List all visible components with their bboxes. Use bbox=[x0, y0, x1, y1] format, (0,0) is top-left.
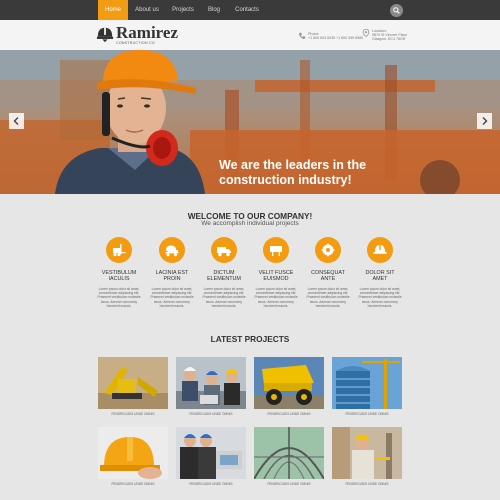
project-caption: FENDRICUDIS UNDE OMNIS bbox=[345, 412, 389, 416]
project-thumb-team[interactable] bbox=[176, 357, 246, 409]
project-thumb-excavator[interactable] bbox=[98, 357, 168, 409]
truck-icon bbox=[217, 247, 231, 257]
project-caption: FENDRICUDIS UNDE OMNIS bbox=[267, 412, 311, 416]
hero-headline: We are the leaders in the construction i… bbox=[219, 158, 419, 188]
location-address-line2: Glasgow, DC4 78GR bbox=[372, 37, 406, 41]
feature-title-line2: AMET bbox=[372, 276, 388, 283]
project-thumb-engineers[interactable] bbox=[176, 427, 246, 479]
hero-headline-line2: construction industry! bbox=[219, 173, 352, 187]
feature-icon-circle[interactable] bbox=[367, 237, 393, 263]
tower-crane-image bbox=[332, 357, 402, 409]
nav-about-us[interactable]: About us bbox=[130, 0, 164, 20]
excavator-image bbox=[98, 357, 168, 409]
project-thumb-helmet[interactable] bbox=[98, 427, 168, 479]
slider-prev-button[interactable] bbox=[9, 113, 24, 129]
project-caption: FENDRICUDIS UNDE OMNIS bbox=[189, 412, 233, 416]
project-thumb-dump-truck[interactable] bbox=[254, 357, 324, 409]
feature-icon-circle[interactable] bbox=[263, 237, 289, 263]
feature-icon-circle[interactable] bbox=[211, 237, 237, 263]
project-caption: FENDRICUDIS UNDE OMNIS bbox=[111, 412, 155, 416]
project-caption: FENDRICUDIS UNDE OMNIS bbox=[111, 482, 155, 486]
worker-measuring-image bbox=[332, 427, 402, 479]
projects-title: LATEST PROJECTS bbox=[210, 334, 290, 344]
nav-projects[interactable]: Projects bbox=[166, 0, 200, 20]
slider-next-button[interactable] bbox=[477, 113, 492, 129]
sign-icon bbox=[270, 246, 282, 256]
feature-item: DOLOR SIT AMET Lorem ipsum dolor sit ame… bbox=[348, 237, 412, 308]
top-navbar: Home About us Projects Blog Contacts bbox=[0, 0, 500, 20]
dump-truck-image bbox=[254, 357, 324, 409]
logo-subtitle: CONSTRUCTION CO bbox=[116, 41, 155, 45]
nav-contacts[interactable]: Contacts bbox=[230, 0, 264, 20]
project-caption: FENDRICUDIS UNDE OMNIS bbox=[189, 482, 233, 486]
chevron-left-icon bbox=[13, 117, 19, 125]
search-icon bbox=[393, 7, 400, 14]
hero-slider: We are the leaders in the construction i… bbox=[0, 50, 500, 194]
glass-roof-image bbox=[254, 427, 324, 479]
hero-headline-line1: We are the leaders in the bbox=[219, 158, 367, 172]
engineers-image bbox=[176, 427, 246, 479]
team-laptop-image bbox=[176, 357, 246, 409]
logo-title[interactable]: Ramirez bbox=[116, 24, 178, 42]
helmet-icon bbox=[373, 245, 387, 254]
feature-icon-circle[interactable] bbox=[159, 237, 185, 263]
feature-text-line: hendrerit mauris. bbox=[367, 303, 393, 308]
feature-icon-circle[interactable] bbox=[106, 237, 132, 263]
project-caption: FENDRICUDIS UNDE OMNIS bbox=[267, 482, 311, 486]
saw-icon bbox=[321, 243, 335, 257]
project-thumb-worker[interactable] bbox=[332, 427, 402, 479]
search-button[interactable] bbox=[390, 4, 403, 17]
site-header: Ramirez CONSTRUCTION CO Phone: +1 800 60… bbox=[0, 20, 500, 50]
location-pin-icon bbox=[362, 29, 370, 37]
phone-numbers: +1 800 603 6035 +1 800 559 6580 bbox=[308, 36, 364, 40]
welcome-subtitle: We accomplish individual projects bbox=[201, 220, 299, 227]
project-thumb-tower[interactable] bbox=[332, 357, 402, 409]
forklift-icon bbox=[113, 244, 126, 257]
feature-text: Lorem ipsum dolor sit amet, consectetuer… bbox=[348, 287, 412, 308]
nav-blog[interactable]: Blog bbox=[200, 0, 228, 20]
project-thumb-glass-roof[interactable] bbox=[254, 427, 324, 479]
helmet-image bbox=[98, 427, 168, 479]
nav-home[interactable]: Home bbox=[98, 0, 128, 20]
feature-icon-circle[interactable] bbox=[315, 237, 341, 263]
chevron-right-icon bbox=[482, 117, 488, 125]
concrete-mixer-icon bbox=[165, 245, 179, 257]
project-caption: FENDRICUDIS UNDE OMNIS bbox=[345, 482, 389, 486]
helmet-logo-icon bbox=[96, 27, 114, 43]
phone-icon bbox=[299, 32, 306, 39]
